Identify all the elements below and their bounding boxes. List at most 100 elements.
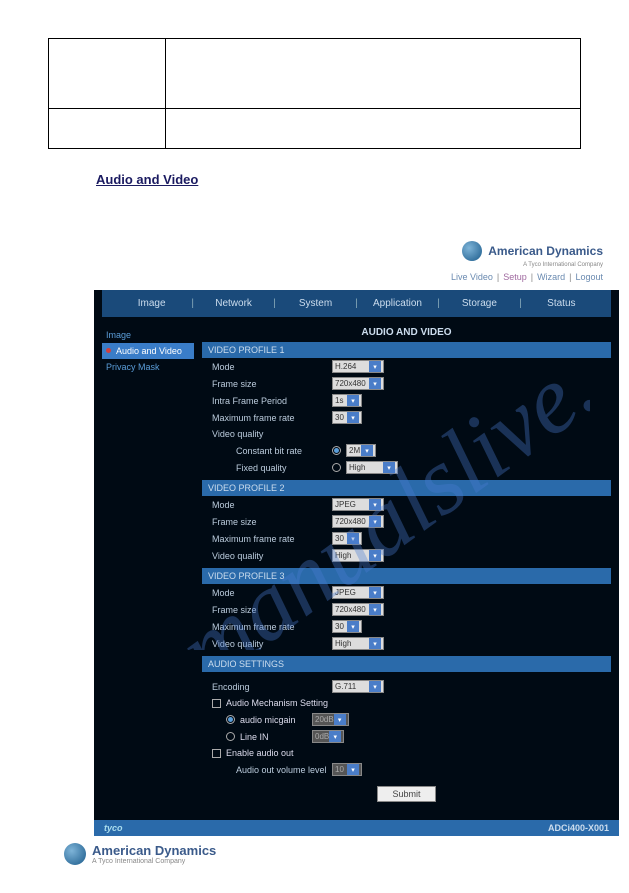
section-audio-settings: AUDIO SETTINGS [202, 656, 611, 672]
label-cbr: Constant bit rate [212, 446, 332, 456]
section-video-profile-2: VIDEO PROFILE 2 [202, 480, 611, 496]
footer-bar: tyco ADCi400-X001 [94, 820, 619, 836]
section-video-profile-3: VIDEO PROFILE 3 [202, 568, 611, 584]
page-footer-brand: American Dynamics A Tyco International C… [64, 843, 216, 865]
label-mode: Mode [212, 362, 332, 372]
label-vq: Video quality [212, 639, 332, 649]
label-mode: Mode [212, 588, 332, 598]
radio-linein[interactable] [226, 732, 235, 741]
checkbox-enable-audio-out[interactable] [212, 749, 221, 758]
chevron-down-icon: ▾ [361, 445, 373, 456]
label-ao-level: Audio out volume level [212, 765, 332, 775]
nav-logout[interactable]: Logout [575, 272, 603, 282]
label-encoding: Encoding [212, 682, 332, 692]
select-vp3-max-fr[interactable]: 30▾ [332, 620, 362, 633]
chevron-down-icon: ▾ [347, 533, 359, 544]
select-vp1-cbr[interactable]: 2M▾ [346, 444, 376, 457]
select-ao-level[interactable]: 10▾ [332, 763, 362, 776]
select-vp3-frame-size[interactable]: 720x480▾ [332, 603, 384, 616]
select-vp2-frame-size[interactable]: 720x480▾ [332, 515, 384, 528]
nav-live-video[interactable]: Live Video [451, 272, 493, 282]
footer-brand-tagline: A Tyco International Company [92, 858, 216, 865]
select-vp2-mode[interactable]: JPEG▾ [332, 498, 384, 511]
chevron-down-icon: ▾ [369, 378, 381, 389]
radio-micgain[interactable] [226, 715, 235, 724]
select-encoding[interactable]: G.711▾ [332, 680, 384, 693]
nav-wizard[interactable]: Wizard [537, 272, 565, 282]
section-link: Audio and Video [96, 172, 198, 187]
top-toolbar: Live Video| Setup| Wizard| Logout [0, 272, 629, 282]
select-vp2-max-fr[interactable]: 30▾ [332, 532, 362, 545]
label-frame-size: Frame size [212, 379, 332, 389]
tab-application[interactable]: Application [362, 298, 433, 309]
label-fq: Fixed quality [212, 463, 332, 473]
nav-setup[interactable]: Setup [503, 272, 527, 282]
definition-table [48, 38, 581, 149]
select-vp1-max-fr[interactable]: 30▾ [332, 411, 362, 424]
label-intra: Intra Frame Period [212, 396, 332, 406]
tab-storage[interactable]: Storage [444, 298, 515, 309]
select-vp1-fq[interactable]: High▾ [346, 461, 398, 474]
label-ams: Audio Mechanism Setting [226, 698, 328, 708]
chevron-down-icon: ▾ [347, 395, 359, 406]
section-video-profile-1: VIDEO PROFILE 1 [202, 342, 611, 358]
label-frame-size: Frame size [212, 517, 332, 527]
footer-model: ADCi400-X001 [548, 823, 609, 833]
label-frame-size: Frame size [212, 605, 332, 615]
label-vq: Video quality [212, 429, 332, 439]
config-panel: Image| Network| System| Application| Sto… [94, 290, 619, 836]
label-micgain: audio micgain [240, 715, 312, 725]
globe-icon [462, 241, 482, 261]
select-vp2-vq[interactable]: High▾ [332, 549, 384, 562]
chevron-down-icon: ▾ [347, 764, 359, 775]
main-nav: Image| Network| System| Application| Sto… [102, 290, 611, 317]
brand-header: American Dynamics [0, 241, 629, 261]
submit-button[interactable]: Submit [377, 786, 435, 802]
chevron-down-icon: ▾ [369, 587, 381, 598]
brand-tagline: A Tyco International Company [0, 262, 629, 268]
chevron-down-icon: ▾ [369, 681, 381, 692]
label-enable-ao: Enable audio out [226, 748, 294, 758]
label-vq: Video quality [212, 551, 332, 561]
footer-brand: tyco [104, 823, 123, 833]
radio-vp1-cbr[interactable] [332, 446, 341, 455]
label-max-fr: Maximum frame rate [212, 534, 332, 544]
chevron-down-icon: ▾ [369, 499, 381, 510]
chevron-down-icon: ▾ [369, 516, 381, 527]
tab-status[interactable]: Status [526, 298, 597, 309]
chevron-down-icon: ▾ [369, 638, 381, 649]
select-vp3-mode[interactable]: JPEG▾ [332, 586, 384, 599]
brand-name: American Dynamics [488, 244, 603, 258]
label-linein: Line IN [240, 732, 312, 742]
checkbox-audio-mechanism[interactable] [212, 699, 221, 708]
page-title: AUDIO AND VIDEO [202, 327, 611, 338]
label-max-fr: Maximum frame rate [212, 622, 332, 632]
main-form: AUDIO AND VIDEO VIDEO PROFILE 1 ModeH.26… [202, 327, 611, 808]
chevron-down-icon: ▾ [383, 462, 395, 473]
globe-icon [64, 843, 86, 865]
chevron-down-icon: ▾ [347, 621, 359, 632]
select-linein[interactable]: 0dB▾ [312, 730, 344, 743]
chevron-down-icon: ▾ [347, 412, 359, 423]
select-vp1-frame-size[interactable]: 720x480▾ [332, 377, 384, 390]
chevron-down-icon: ▾ [369, 361, 381, 372]
chevron-down-icon: ▾ [329, 731, 341, 742]
sidebar-item-audio-video[interactable]: Audio and Video [102, 343, 194, 359]
sidebar-item-image[interactable]: Image [102, 327, 194, 343]
chevron-down-icon: ▾ [369, 550, 381, 561]
footer-brand-name: American Dynamics [92, 843, 216, 858]
tab-network[interactable]: Network [198, 298, 269, 309]
select-vp3-vq[interactable]: High▾ [332, 637, 384, 650]
sidebar-item-privacy-mask[interactable]: Privacy Mask [102, 359, 194, 375]
radio-vp1-fq[interactable] [332, 463, 341, 472]
tab-system[interactable]: System [280, 298, 351, 309]
label-max-fr: Maximum frame rate [212, 413, 332, 423]
chevron-down-icon: ▾ [334, 714, 346, 725]
chevron-down-icon: ▾ [369, 604, 381, 615]
select-vp1-intra[interactable]: 1s▾ [332, 394, 362, 407]
label-mode: Mode [212, 500, 332, 510]
select-vp1-mode[interactable]: H.264▾ [332, 360, 384, 373]
sidebar: Image Audio and Video Privacy Mask [102, 327, 194, 808]
select-micgain[interactable]: 20dB▾ [312, 713, 349, 726]
tab-image[interactable]: Image [116, 298, 187, 309]
